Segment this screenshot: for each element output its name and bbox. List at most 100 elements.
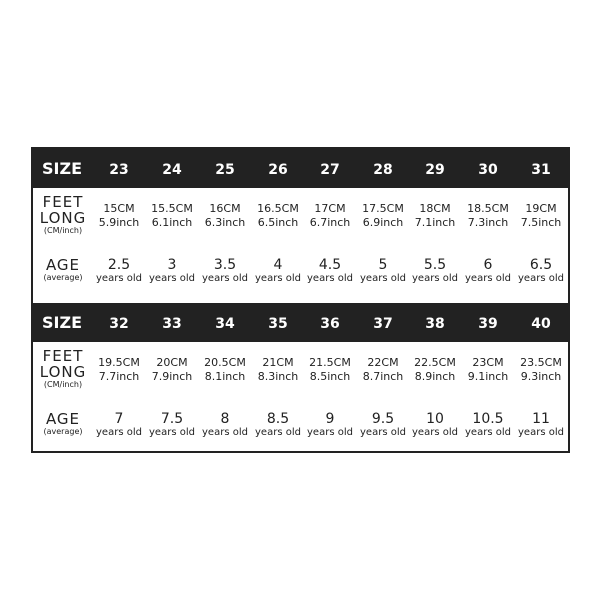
age-cell: 7 years old [93,411,145,439]
feet-text: FEET [42,193,84,211]
size-label: SIZE [42,159,83,178]
age-cell: 10.5 years old [462,411,514,439]
feet-length-cell: 17CM 6.7inch [304,202,356,230]
feet-length-cell: 21CM 8.3inch [252,356,304,384]
feet-length-cell: 23.5CM 9.3inch [515,356,567,384]
long-text: LONG [39,363,87,381]
years-old-text: years old [412,427,458,438]
inch-value: 7.1inch [414,216,456,229]
size-value: 28 [373,162,393,178]
feet-length-cell: 21.5CM 8.5inch [304,356,356,384]
size-value: 40 [531,316,551,332]
feet-length-cell: 18.5CM 7.3inch [462,202,514,230]
cm-value: 19.5CM [98,356,140,369]
size-header-row: SIZE 32 33 34 35 36 37 38 39 40 [33,303,568,342]
size-header-row: SIZE 23 24 25 26 27 28 29 30 31 [33,149,568,188]
cm-value: 16CM [209,202,241,215]
inch-value: 6.5inch [257,216,299,229]
inch-value: 8.1inch [204,370,246,383]
cm-value: 20CM [156,356,188,369]
age-cell: 8.5 years old [252,411,304,439]
cm-value: 15.5CM [151,202,193,215]
cm-value: 18CM [419,202,451,215]
years-old-text: years old [255,427,301,438]
inch-value: 8.3inch [257,370,299,383]
age-value: 3.5 [213,257,237,273]
inch-value: 9.1inch [467,370,509,383]
age-value: 9.5 [371,411,395,427]
size-value: 31 [531,162,551,178]
years-old-text: years old [465,273,511,284]
size-value: 24 [162,162,182,178]
cm-value: 15CM [103,202,135,215]
inch-value: 7.7inch [98,370,140,383]
size-chart: SIZE 23 24 25 26 27 28 29 30 31 FEET LONG (CM/inc… [31,147,570,453]
years-old-text: years old [149,273,195,284]
size-value: 34 [215,316,235,332]
cm-value: 22.5CM [414,356,456,369]
age-cell: 7.5 years old [146,411,198,439]
size-label: SIZE [42,313,83,332]
size-value: 29 [425,162,445,178]
age-cell: 8 years old [199,411,251,439]
cm-value: 16.5CM [257,202,299,215]
unit-text: (CM/inch) [43,226,83,235]
age-value: 5 [378,257,388,273]
age-value: 5.5 [423,257,447,273]
age-value: 8 [220,411,230,427]
inch-value: 6.1inch [151,216,193,229]
age-cell: 4.5 years old [304,257,356,285]
age-cell: 3.5 years old [199,257,251,285]
years-old-text: years old [360,427,406,438]
size-value: 27 [320,162,340,178]
size-block: SIZE 32 33 34 35 36 37 38 39 40 FEET LONG (CM/inc… [33,303,568,451]
inch-value: 7.9inch [151,370,193,383]
cm-value: 20.5CM [204,356,246,369]
age-cell: 5 years old [357,257,409,285]
size-value: 37 [373,316,393,332]
age-value: 7 [114,411,124,427]
cm-value: 17.5CM [362,202,404,215]
feet-length-cell: 19CM 7.5inch [515,202,567,230]
size-value: 25 [215,162,235,178]
cm-value: 17CM [314,202,346,215]
age-value: 9 [325,411,335,427]
feet-length-cell: 16CM 6.3inch [199,202,251,230]
age-cell: 6 years old [462,257,514,285]
years-old-text: years old [412,273,458,284]
inch-value: 7.3inch [467,216,509,229]
age-cell: 9 years old [304,411,356,439]
cm-value: 22CM [367,356,399,369]
long-text: LONG [39,209,87,227]
age-value: 11 [532,411,550,427]
average-text: (average) [43,273,83,282]
years-old-text: years old [307,273,353,284]
age-cell: 3 years old [146,257,198,285]
size-value: 39 [478,316,498,332]
inch-value: 6.9inch [362,216,404,229]
age-cell: 11 years old [515,411,567,439]
age-value: 7.5 [160,411,184,427]
inch-value: 8.9inch [414,370,456,383]
inch-value: 9.3inch [520,370,562,383]
cm-value: 18.5CM [467,202,509,215]
inch-value: 8.7inch [362,370,404,383]
feet-length-cell: 20CM 7.9inch [146,356,198,384]
age-cell: 10 years old [409,411,461,439]
feet-length-cell: 19.5CM 7.7inch [93,356,145,384]
inch-value: 5.9inch [98,216,140,229]
average-text: (average) [43,427,83,436]
inch-value: 6.3inch [204,216,246,229]
size-value: 30 [478,162,498,178]
age-value: 8.5 [266,411,290,427]
age-value: 6.5 [529,257,553,273]
age-cell: 2.5 years old [93,257,145,285]
inch-value: 7.5inch [520,216,562,229]
age-value: 3 [167,257,177,273]
feet-length-cell: 22CM 8.7inch [357,356,409,384]
years-old-text: years old [518,273,564,284]
inch-value: 6.7inch [309,216,351,229]
feet-long-label: FEET LONG (CM/inch) [33,194,93,235]
size-value: 36 [320,316,340,332]
feet-length-cell: 16.5CM 6.5inch [252,202,304,230]
